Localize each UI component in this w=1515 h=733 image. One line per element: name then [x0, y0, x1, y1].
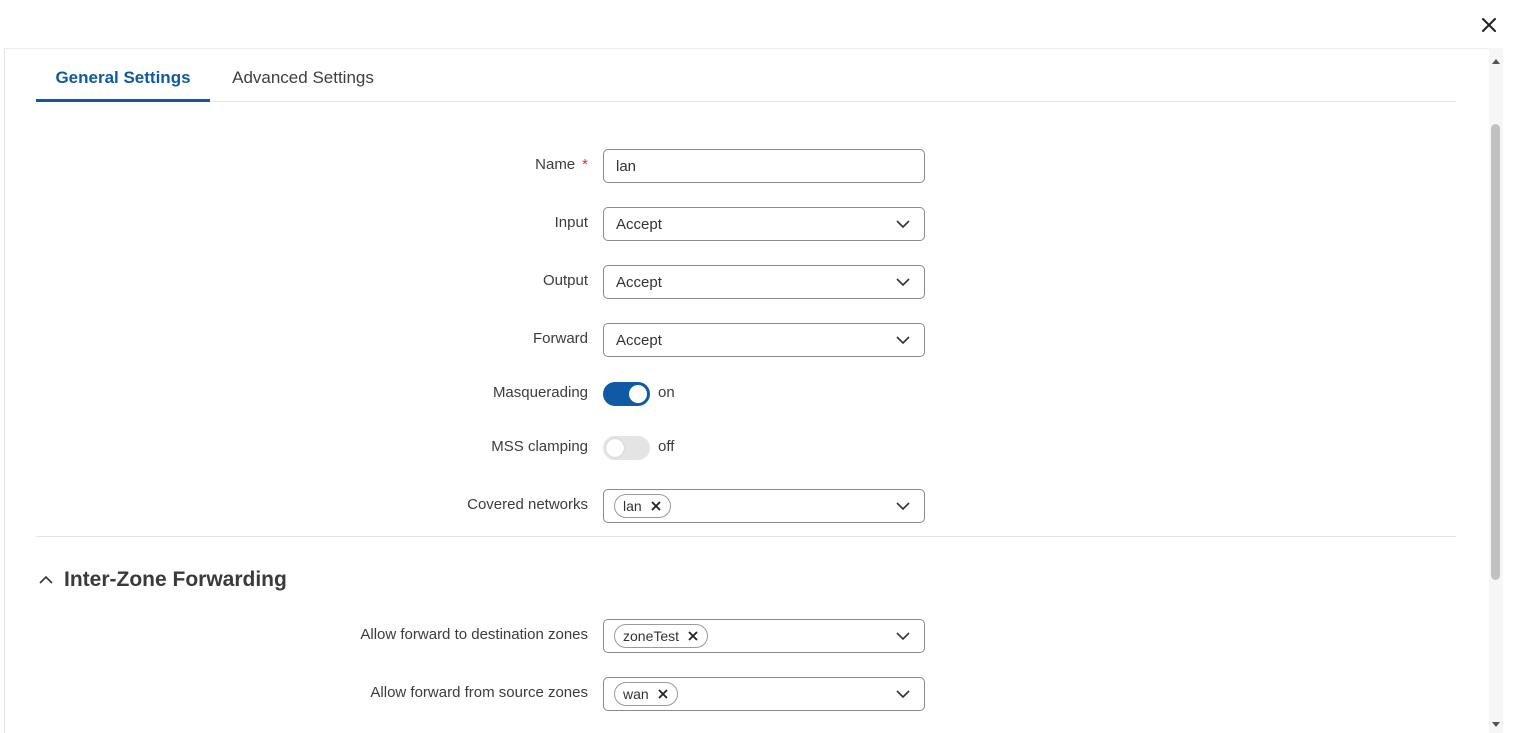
toggle-knob — [606, 439, 624, 457]
tab-bar: General Settings Advanced Settings — [36, 56, 1456, 102]
forward-select-value: Accept — [616, 331, 662, 349]
close-icon — [1482, 18, 1496, 32]
src-zones-label: Allow forward from source zones — [370, 684, 588, 701]
dest-zones-select[interactable]: zoneTest — [603, 619, 925, 653]
input-select[interactable]: Accept — [603, 207, 925, 241]
inter-zone-forwarding-header[interactable]: Inter-Zone Forwarding — [38, 568, 287, 592]
remove-chip-icon[interactable] — [687, 630, 699, 642]
tab-advanced-settings[interactable]: Advanced Settings — [210, 56, 396, 102]
input-select-value: Accept — [616, 215, 662, 233]
chip-label: zoneTest — [623, 628, 680, 644]
close-button[interactable] — [1476, 12, 1502, 38]
output-select[interactable]: Accept — [603, 265, 925, 299]
chevron-down-icon — [896, 220, 910, 229]
mss-clamping-state: off — [658, 438, 675, 455]
chevron-down-icon — [896, 336, 910, 345]
scrollbar[interactable] — [1489, 48, 1503, 733]
covered-networks-select[interactable]: lan — [603, 489, 925, 523]
chevron-down-icon — [896, 502, 910, 511]
masquerading-state: on — [658, 384, 675, 401]
forward-select[interactable]: Accept — [603, 323, 925, 357]
masquerading-toggle[interactable] — [603, 382, 650, 406]
remove-chip-icon[interactable] — [657, 688, 669, 700]
chip-label: wan — [623, 686, 649, 702]
network-chip: lan — [614, 494, 671, 518]
mss-clamping-label: MSS clamping — [491, 438, 588, 455]
scroll-up-arrow[interactable] — [1489, 54, 1503, 68]
output-select-value: Accept — [616, 273, 662, 291]
chevron-down-icon — [896, 278, 910, 287]
forward-label: Forward — [532, 330, 588, 347]
section-divider — [36, 536, 1456, 537]
zone-chip: zoneTest — [614, 624, 709, 648]
tab-general-settings[interactable]: General Settings — [36, 56, 210, 102]
chevron-up-icon — [39, 575, 53, 584]
name-field[interactable] — [603, 149, 925, 183]
chevron-down-icon — [896, 690, 910, 699]
scrollbar-thumb[interactable] — [1491, 124, 1500, 580]
chevron-down-icon — [896, 632, 910, 641]
output-label: Output — [542, 272, 588, 289]
remove-chip-icon[interactable] — [650, 500, 662, 512]
scroll-down-arrow[interactable] — [1489, 718, 1503, 732]
toggle-knob — [629, 385, 647, 403]
zone-chip: wan — [614, 682, 678, 706]
required-mark: * — [582, 156, 588, 173]
masquerading-label: Masquerading — [492, 384, 588, 401]
mss-clamping-toggle[interactable] — [603, 436, 650, 460]
src-zones-select[interactable]: wan — [603, 677, 925, 711]
input-label: Input — [554, 214, 588, 231]
section-title: Inter-Zone Forwarding — [64, 568, 287, 591]
name-input[interactable] — [616, 157, 924, 175]
chip-label: lan — [623, 498, 642, 514]
name-label: Name * — [535, 156, 588, 173]
dest-zones-label: Allow forward to destination zones — [360, 626, 588, 643]
covered-networks-label: Covered networks — [467, 496, 588, 513]
